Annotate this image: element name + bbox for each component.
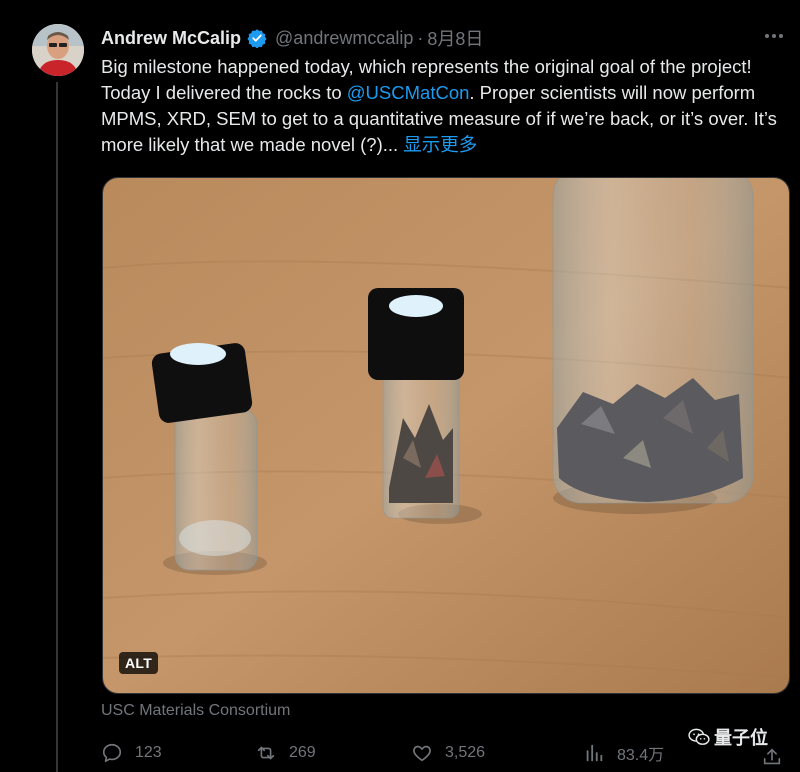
avatar-image: [32, 24, 84, 76]
verified-badge-icon: [247, 29, 267, 48]
alt-badge[interactable]: ALT: [119, 652, 159, 674]
tweet-text: Big milestone happened today, which repr…: [101, 54, 781, 158]
analytics-icon: [586, 744, 603, 762]
watermark: 量子位: [688, 724, 768, 750]
repost-button[interactable]: 269: [255, 738, 316, 768]
thread-line: [56, 82, 58, 772]
repost-count: 269: [289, 744, 316, 761]
reply-count: 123: [135, 744, 162, 761]
author-handle[interactable]: @andrewmccalip: [275, 28, 413, 49]
heart-icon: [413, 745, 431, 762]
tweet-photo[interactable]: ALT: [102, 177, 790, 694]
media-source[interactable]: USC Materials Consortium: [101, 702, 290, 720]
tweet-card: Andrew McCalip @andrewmccalip · 8月8日 Big…: [0, 0, 800, 772]
tweet-date[interactable]: 8月8日: [427, 25, 483, 51]
header-separator: ·: [417, 27, 424, 48]
vials-photo: [103, 178, 789, 693]
reply-button[interactable]: 123: [101, 738, 162, 768]
like-count: 3,526: [445, 744, 486, 761]
mention-link[interactable]: @USCMatCon: [347, 82, 470, 103]
view-count: 83.4万: [617, 747, 665, 764]
repost-icon: [257, 746, 275, 760]
show-more-link[interactable]: 显示更多: [398, 134, 477, 155]
tweet-header: Andrew McCalip @andrewmccalip · 8月8日: [101, 26, 483, 50]
watermark-text: 量子位: [714, 728, 768, 748]
author-name[interactable]: Andrew McCalip: [101, 28, 241, 49]
reply-icon: [102, 743, 122, 763]
views-button[interactable]: 83.4万: [583, 738, 664, 768]
wechat-icon: [688, 728, 710, 745]
like-button[interactable]: 3,526: [411, 738, 485, 768]
more-options-icon[interactable]: [760, 24, 788, 48]
avatar[interactable]: [32, 24, 84, 76]
